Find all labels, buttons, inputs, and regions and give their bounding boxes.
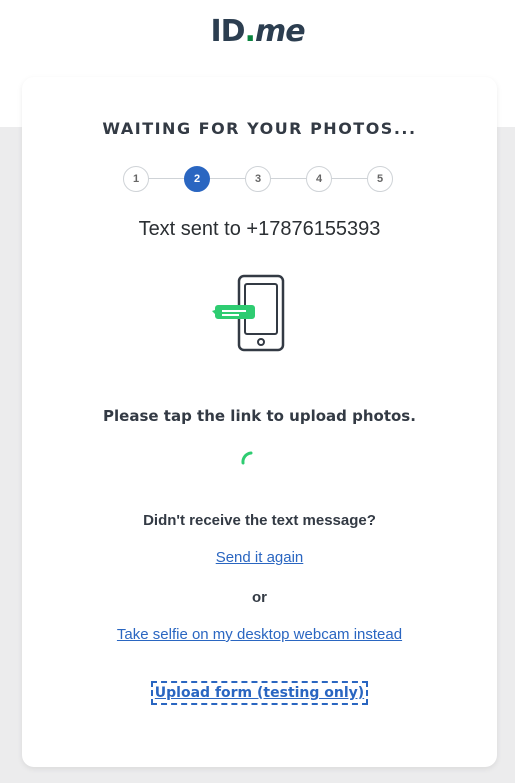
idme-logo: ID.me: [210, 14, 305, 49]
send-again-link[interactable]: Send it again: [216, 549, 304, 566]
phone-with-message-icon: [212, 273, 288, 353]
waiting-card: WAITING FOR YOUR PHOTOS... 1 2 3 4 5 Tex…: [22, 77, 497, 767]
webcam-selfie-link[interactable]: Take selfie on my desktop webcam instead: [117, 626, 402, 643]
or-separator: or: [252, 589, 267, 606]
step-3: 3: [245, 166, 271, 192]
page-title: WAITING FOR YOUR PHOTOS...: [102, 119, 417, 138]
no-text-question: Didn't receive the text message?: [143, 512, 376, 529]
progress-stepper: 1 2 3 4 5: [123, 166, 396, 192]
upload-instruction: Please tap the link to upload photos.: [103, 407, 416, 425]
step-2: 2: [184, 166, 210, 192]
loading-spinner-icon: [240, 449, 260, 469]
step-4: 4: [306, 166, 332, 192]
sent-to-text: Text sent to +17876155393: [138, 218, 381, 240]
step-1: 1: [123, 166, 149, 192]
step-5: 5: [367, 166, 393, 192]
upload-form-link[interactable]: Upload form (testing only): [150, 681, 369, 705]
